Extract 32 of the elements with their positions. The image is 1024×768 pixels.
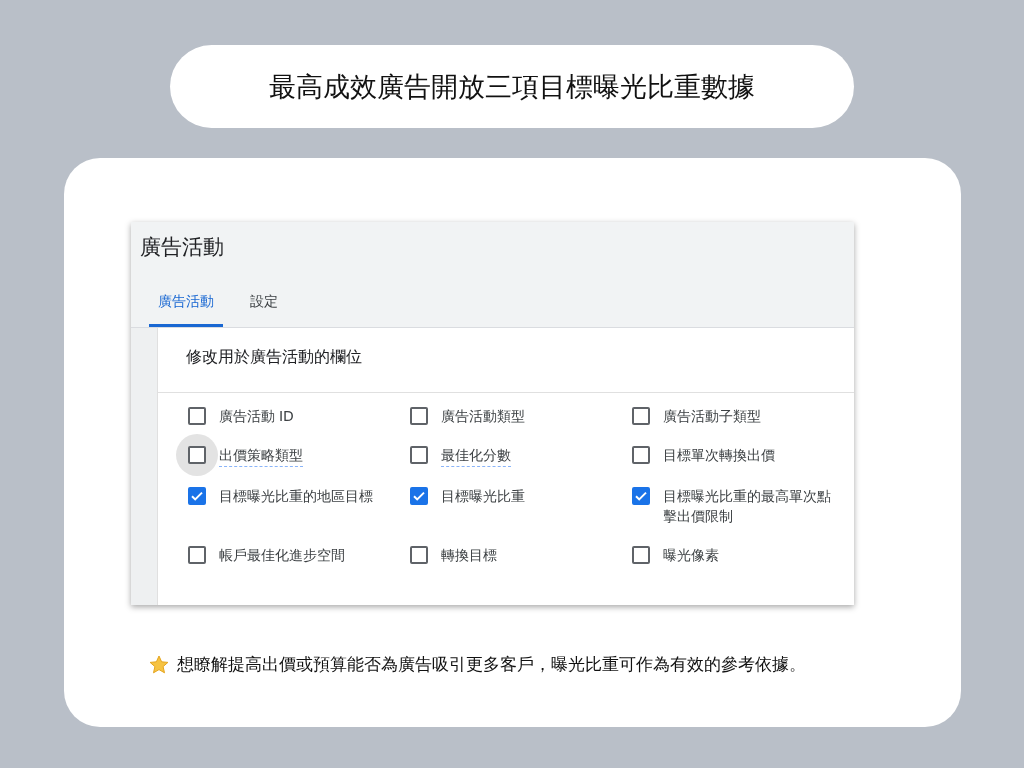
field-label: 曝光像素 (662, 546, 719, 565)
tab[interactable]: 設定 (240, 285, 287, 327)
check-icon (411, 489, 426, 503)
field-label: 廣告活動類型 (440, 407, 525, 426)
checkbox[interactable] (631, 446, 650, 464)
checkbox[interactable] (409, 546, 428, 564)
note-text: 想瞭解提高出價或預算能否為廣告吸引更多客戶，曝光比重可作為有效的參考依據。 (176, 653, 806, 676)
headline: 最高成效廣告開放三項目標曝光比重數據 (170, 45, 854, 128)
page-title: 廣告活動 (138, 234, 225, 261)
checkbox[interactable] (409, 446, 428, 464)
check-icon (189, 489, 204, 503)
checkbox[interactable] (187, 546, 206, 564)
field-label: 廣告活動子類型 (662, 407, 761, 426)
field-label: 目標曝光比重的地區目標 (218, 487, 373, 506)
checkbox[interactable] (631, 407, 650, 425)
field-label: 出價策略類型 (218, 445, 303, 467)
field-label: 目標曝光比重的最高單次點擊出價限制 (662, 487, 832, 526)
checkbox[interactable] (187, 487, 206, 505)
checkbox[interactable] (409, 407, 428, 425)
checkbox[interactable] (631, 487, 650, 505)
field-label: 廣告活動 ID (218, 407, 294, 426)
field-label: 目標單次轉換出價 (662, 446, 775, 465)
checkbox[interactable] (409, 487, 428, 505)
field-label: 最佳化分數 (440, 445, 511, 467)
field-label: 目標曝光比重 (440, 487, 525, 506)
checkbox[interactable] (187, 407, 206, 425)
check-icon (633, 489, 648, 503)
field-label: 轉換目標 (440, 546, 497, 565)
checkbox[interactable] (631, 546, 650, 564)
section-title: 修改用於廣告活動的欄位 (157, 328, 854, 393)
field-label: 帳戶最佳化進步空間 (218, 546, 345, 565)
star-icon (148, 654, 169, 675)
